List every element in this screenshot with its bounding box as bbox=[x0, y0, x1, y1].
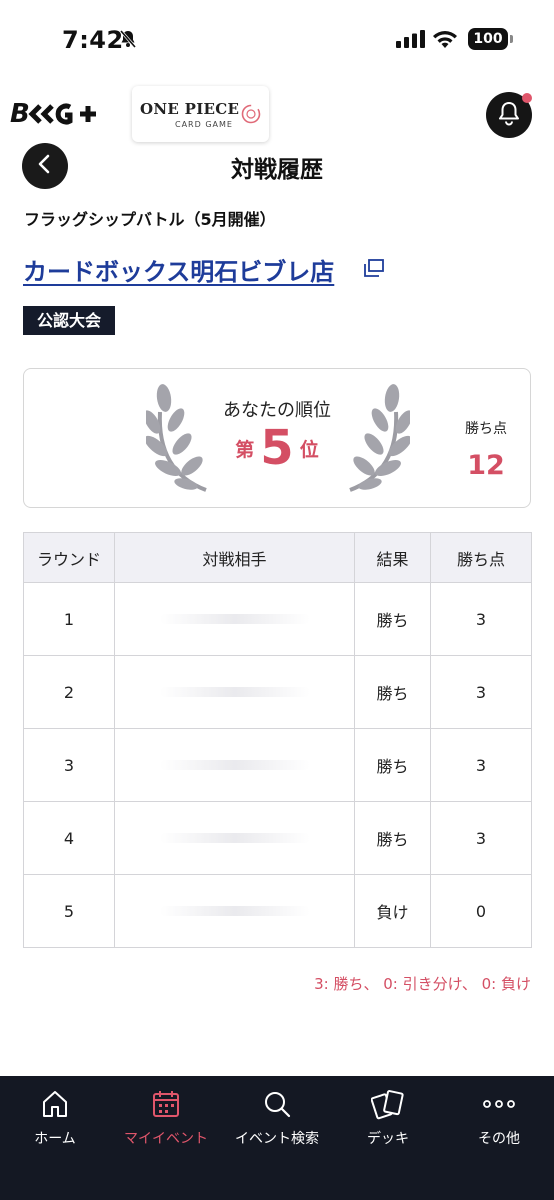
result-cell: 勝ち bbox=[354, 801, 431, 875]
external-link-icon[interactable] bbox=[363, 258, 385, 282]
search-icon bbox=[222, 1088, 332, 1122]
nav-item-my-events[interactable]: マイイベント bbox=[111, 1088, 221, 1148]
notification-badge bbox=[522, 93, 532, 103]
event-name: フラッグシップバトル（5月開催） bbox=[24, 210, 276, 229]
table-row: 5 負け 0 bbox=[23, 874, 532, 948]
store-link[interactable]: カードボックス明石ビブレ店 bbox=[23, 252, 334, 287]
rank-value: 5 bbox=[260, 420, 294, 476]
header-opponent: 対戦相手 bbox=[114, 532, 355, 583]
header-points: 勝ち点 bbox=[430, 532, 532, 583]
more-icon bbox=[444, 1088, 554, 1122]
points-cell: 3 bbox=[430, 728, 532, 802]
opponent-cell-redacted bbox=[114, 582, 355, 656]
result-cell: 負け bbox=[354, 874, 431, 948]
calendar-icon bbox=[111, 1088, 221, 1122]
bell-icon bbox=[497, 100, 521, 130]
table-row: 2 勝ち 3 bbox=[23, 655, 532, 729]
one-piece-logo[interactable]: ONE PIECE CARD GAME bbox=[132, 86, 269, 142]
rank-display: 第5位 bbox=[190, 420, 364, 476]
svg-text:B: B bbox=[10, 99, 29, 128]
nav-label-event-search: イベント検索 bbox=[235, 1131, 319, 1147]
opponent-cell-redacted bbox=[114, 655, 355, 729]
partner-logo-sub: CARD GAME bbox=[175, 120, 233, 129]
nav-item-more[interactable]: その他 bbox=[444, 1088, 554, 1148]
result-cell: 勝ち bbox=[354, 655, 431, 729]
nav-item-home[interactable]: ホーム bbox=[0, 1088, 110, 1148]
cards-icon bbox=[333, 1088, 443, 1122]
status-time: 7:42 bbox=[62, 26, 124, 54]
round-cell: 3 bbox=[23, 728, 115, 802]
points-label: 勝ち点 bbox=[465, 421, 507, 437]
results-table: ラウンド 対戦相手 結果 勝ち点 1 勝ち 3 2 勝ち 3 3 勝ち 3 4 … bbox=[23, 532, 532, 948]
points-cell: 3 bbox=[430, 582, 532, 656]
table-row: 1 勝ち 3 bbox=[23, 582, 532, 656]
result-cell: 勝ち bbox=[354, 728, 431, 802]
partner-logo-main: ONE PIECE bbox=[140, 100, 240, 118]
table-row: 3 勝ち 3 bbox=[23, 728, 532, 802]
round-cell: 4 bbox=[23, 801, 115, 875]
refresh-ring-icon bbox=[240, 103, 262, 129]
rank-prefix: 第 bbox=[235, 439, 255, 461]
rank-label: あなたの順位 bbox=[223, 400, 331, 421]
result-cell: 勝ち bbox=[354, 582, 431, 656]
wifi-icon bbox=[432, 29, 458, 53]
rank-suffix: 位 bbox=[299, 439, 319, 461]
app-logo[interactable]: B bbox=[10, 98, 110, 135]
points-cell: 0 bbox=[430, 874, 532, 948]
table-header-row: ラウンド 対戦相手 結果 勝ち点 bbox=[23, 532, 532, 583]
nav-item-event-search[interactable]: イベント検索 bbox=[222, 1088, 332, 1148]
points-cell: 3 bbox=[430, 655, 532, 729]
round-cell: 1 bbox=[23, 582, 115, 656]
home-icon bbox=[0, 1088, 110, 1122]
battery-indicator: 100 bbox=[468, 28, 508, 50]
nav-label-my-events: マイイベント bbox=[124, 1131, 208, 1147]
points-legend: 3: 勝ち、 0: 引き分け、 0: 負け bbox=[314, 975, 531, 993]
opponent-cell-redacted bbox=[114, 728, 355, 802]
battery-tip bbox=[510, 35, 513, 43]
cellular-signal-icon bbox=[396, 30, 426, 52]
opponent-cell-redacted bbox=[114, 874, 355, 948]
table-row: 4 勝ち 3 bbox=[23, 801, 532, 875]
opponent-cell-redacted bbox=[114, 801, 355, 875]
points-cell: 3 bbox=[430, 801, 532, 875]
round-cell: 5 bbox=[23, 874, 115, 948]
nav-label-home: ホーム bbox=[34, 1131, 76, 1147]
header-result: 結果 bbox=[354, 532, 431, 583]
nav-label-deck: デッキ bbox=[367, 1131, 409, 1147]
status-bar: 7:42 100 bbox=[0, 0, 554, 80]
nav-item-deck[interactable]: デッキ bbox=[333, 1088, 443, 1148]
round-cell: 2 bbox=[23, 655, 115, 729]
header-round: ラウンド bbox=[23, 532, 115, 583]
page-title: 対戦履歴 bbox=[231, 157, 323, 183]
official-tournament-badge: 公認大会 bbox=[23, 306, 116, 335]
silent-bell-icon bbox=[118, 29, 138, 53]
points-value: 12 bbox=[467, 450, 505, 481]
nav-label-more: その他 bbox=[478, 1131, 520, 1147]
